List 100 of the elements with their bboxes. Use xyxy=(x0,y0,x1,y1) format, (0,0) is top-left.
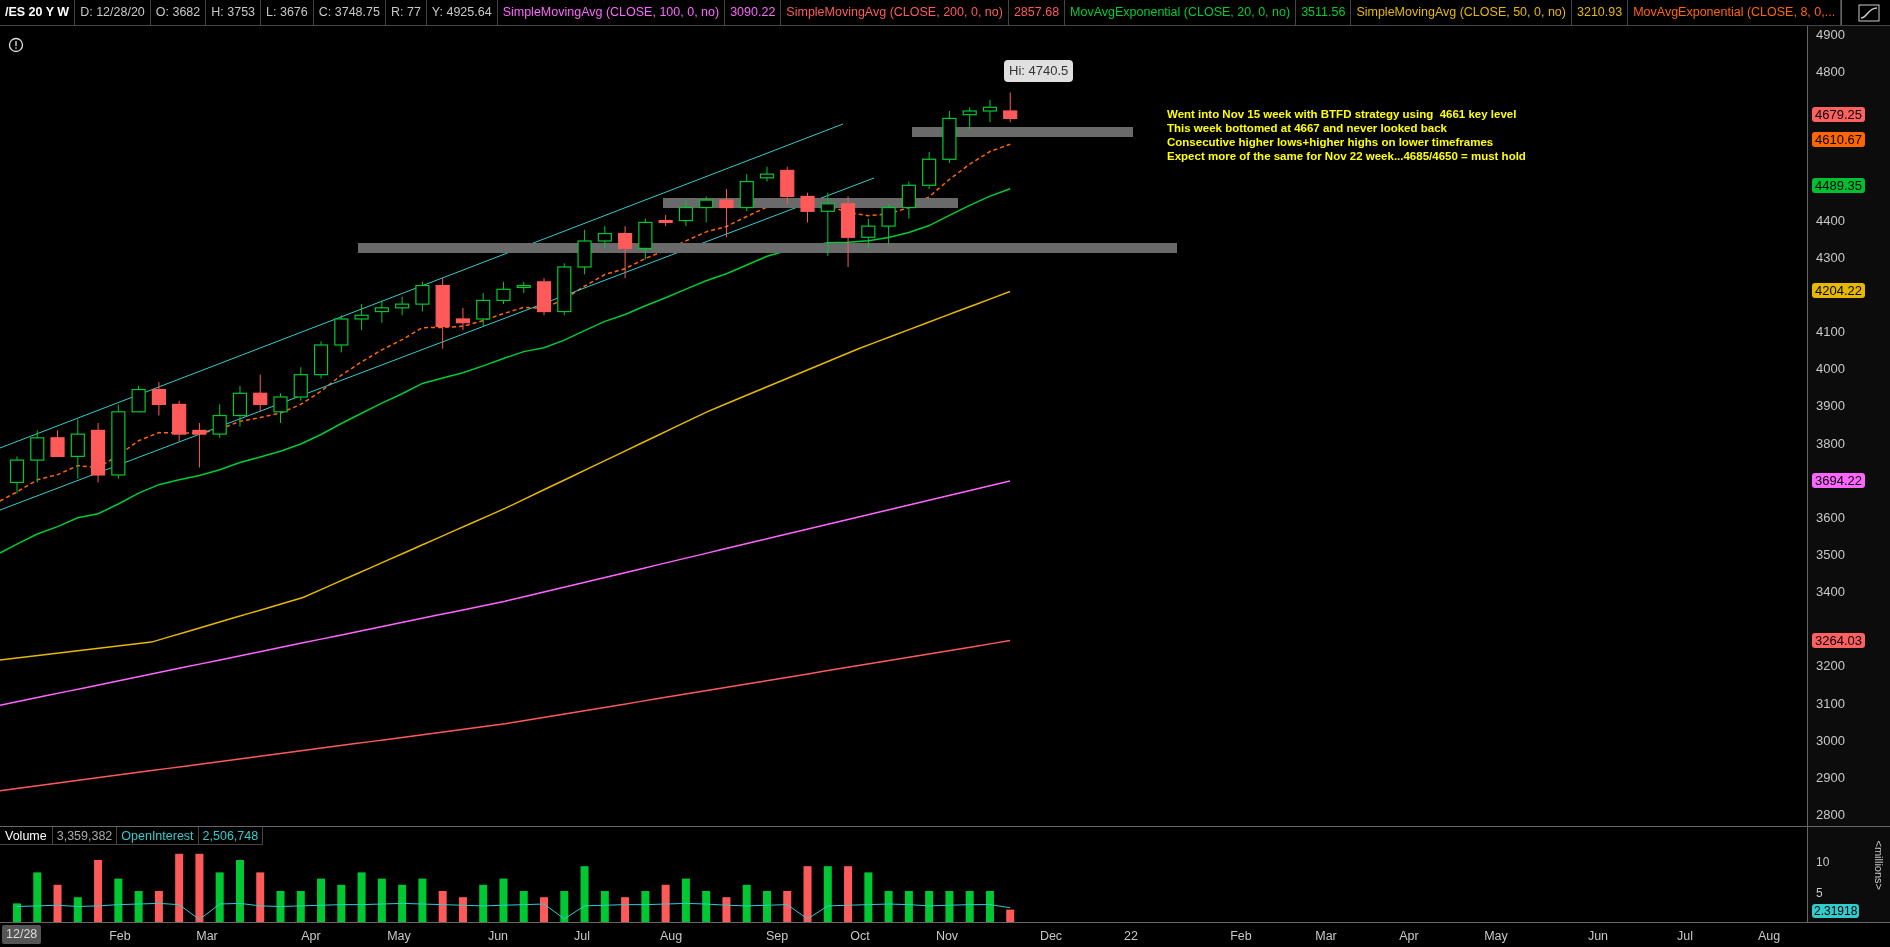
volume-axis-label: 10 xyxy=(1816,854,1830,871)
price-axis-label: 3800 xyxy=(1816,434,1845,453)
candlestick xyxy=(192,422,207,469)
price-axis-label: 3900 xyxy=(1816,397,1845,416)
volume-label: Volume xyxy=(0,827,53,844)
time-axis-label: Mar xyxy=(1315,928,1337,945)
time-axis-label: May xyxy=(387,928,411,945)
candlestick xyxy=(131,385,146,413)
time-axis-label: Oct xyxy=(850,928,870,945)
study-value: 3511.56 xyxy=(1296,0,1352,25)
candlestick xyxy=(476,292,491,327)
study-label: SimpleMovingAvg (CLOSE, 100, 0, no) xyxy=(497,0,726,25)
candlestick xyxy=(962,106,977,131)
candlestick xyxy=(50,429,65,457)
study-label: MovAvgExponential (CLOSE, 20, 0, no) xyxy=(1065,0,1297,25)
price-axis-label: 3100 xyxy=(1816,694,1845,713)
price-axis-label: 4400 xyxy=(1816,211,1845,230)
price-badge: 3694.22 xyxy=(1812,472,1865,488)
candlestick xyxy=(395,296,410,316)
candlestick xyxy=(516,281,531,294)
candlestick xyxy=(496,281,511,305)
candlestick xyxy=(374,299,389,324)
open-interest-label: OpenInterest xyxy=(117,827,199,844)
candlestick xyxy=(800,192,815,223)
study-value: 3090.22 xyxy=(725,0,782,25)
time-axis-label: Jun xyxy=(487,928,509,945)
price-axis-label: 4800 xyxy=(1816,63,1845,82)
candlestick xyxy=(820,192,835,257)
candlestick xyxy=(638,218,653,261)
time-axis-label: Feb xyxy=(109,928,131,945)
candlestick xyxy=(618,225,633,279)
candlestick xyxy=(232,385,248,428)
price-axis-label: 3400 xyxy=(1816,583,1845,602)
time-axis-label: Sep xyxy=(765,928,789,945)
candlestick xyxy=(982,99,998,123)
price-badge: 4610.67 xyxy=(1812,132,1865,148)
candlestick xyxy=(30,429,45,483)
price-field: L: 3676 xyxy=(261,0,314,25)
time-axis-label: Jul xyxy=(574,928,590,945)
candlestick xyxy=(597,225,612,249)
alert-icon[interactable] xyxy=(8,37,24,53)
high-price-label: Hi: 4740.5 xyxy=(1004,60,1074,82)
price-badge: 4204.22 xyxy=(1812,283,1865,299)
candlestick xyxy=(678,199,693,227)
price-axis-label: 3200 xyxy=(1816,657,1845,676)
candlestick xyxy=(151,381,166,417)
time-axis-label: Jun xyxy=(1587,928,1609,945)
price-axis-label: 3500 xyxy=(1816,545,1845,564)
unit-label: <millions> xyxy=(1872,840,1887,890)
candlestick xyxy=(699,195,714,223)
price-field: Y: 4925.64 xyxy=(426,0,498,25)
chart-note: Went into Nov 15 week with BTFD strategy using 4661 key level xyxy=(1167,107,1518,121)
price-field: H: 3753 xyxy=(206,0,262,25)
candlestick xyxy=(780,166,795,205)
time-axis-label: 22 xyxy=(1124,928,1138,945)
candlestick xyxy=(91,422,106,483)
candlestick xyxy=(922,151,937,190)
price-axis-label: 4100 xyxy=(1816,323,1845,342)
volume-value: 3,359,382 xyxy=(52,827,118,844)
candlestick xyxy=(172,400,187,443)
chart-style-icon[interactable] xyxy=(1858,3,1881,22)
volume-badge: 2.31918 xyxy=(1812,904,1860,918)
candlestick xyxy=(253,374,268,413)
price-axis-label: 2900 xyxy=(1816,768,1845,787)
candlestick xyxy=(536,277,552,316)
open-interest-value: 2,506,748 xyxy=(201,828,260,844)
price-axis-label: 3000 xyxy=(1816,731,1845,750)
time-axis-label: Feb xyxy=(1230,928,1252,945)
symbol-label: /ES 20 Y W xyxy=(0,0,76,25)
price-badge: 4679.25 xyxy=(1812,107,1865,122)
time-axis-label: Jul xyxy=(1677,928,1693,945)
candlestick xyxy=(293,366,308,402)
time-axis-label: May xyxy=(1484,928,1508,945)
price-axis-label: 4300 xyxy=(1816,248,1845,267)
chart-note: This week bottomed at 4667 and never looked back xyxy=(1167,121,1448,135)
volume-axis-label: 5 xyxy=(1816,885,1823,902)
candlestick xyxy=(942,110,957,164)
time-axis-label: Dec xyxy=(1039,928,1063,945)
candlestick xyxy=(557,262,572,316)
price-axis-label: 3600 xyxy=(1816,508,1845,527)
time-axis-label: Apr xyxy=(1399,928,1419,945)
candlestick xyxy=(759,166,775,183)
candlestick xyxy=(1003,91,1018,123)
candlestick xyxy=(658,214,673,227)
study-value: 3210.93 xyxy=(1572,0,1629,25)
price-badge: 4489.35 xyxy=(1812,177,1865,193)
time-axis-label: Mar xyxy=(196,928,218,945)
study-label: SimpleMovingAvg (CLOSE, 200, 0, no) xyxy=(781,0,1009,25)
candlestick xyxy=(273,392,288,424)
price-axis-label: 4900 xyxy=(1816,26,1845,44)
time-axis-label: Nov xyxy=(935,928,959,945)
candlestick xyxy=(9,455,25,495)
price-axis-label: 4000 xyxy=(1816,360,1845,379)
time-axis-label: Apr xyxy=(301,928,321,945)
candlestick xyxy=(719,188,734,238)
candlestick xyxy=(354,303,369,331)
time-axis-label: Aug xyxy=(1757,928,1781,945)
price-axis-label: 2800 xyxy=(1816,805,1845,824)
candlestick xyxy=(455,307,471,331)
chart-note: Consecutive higher lows+higher highs on lower timeframes xyxy=(1167,135,1495,149)
